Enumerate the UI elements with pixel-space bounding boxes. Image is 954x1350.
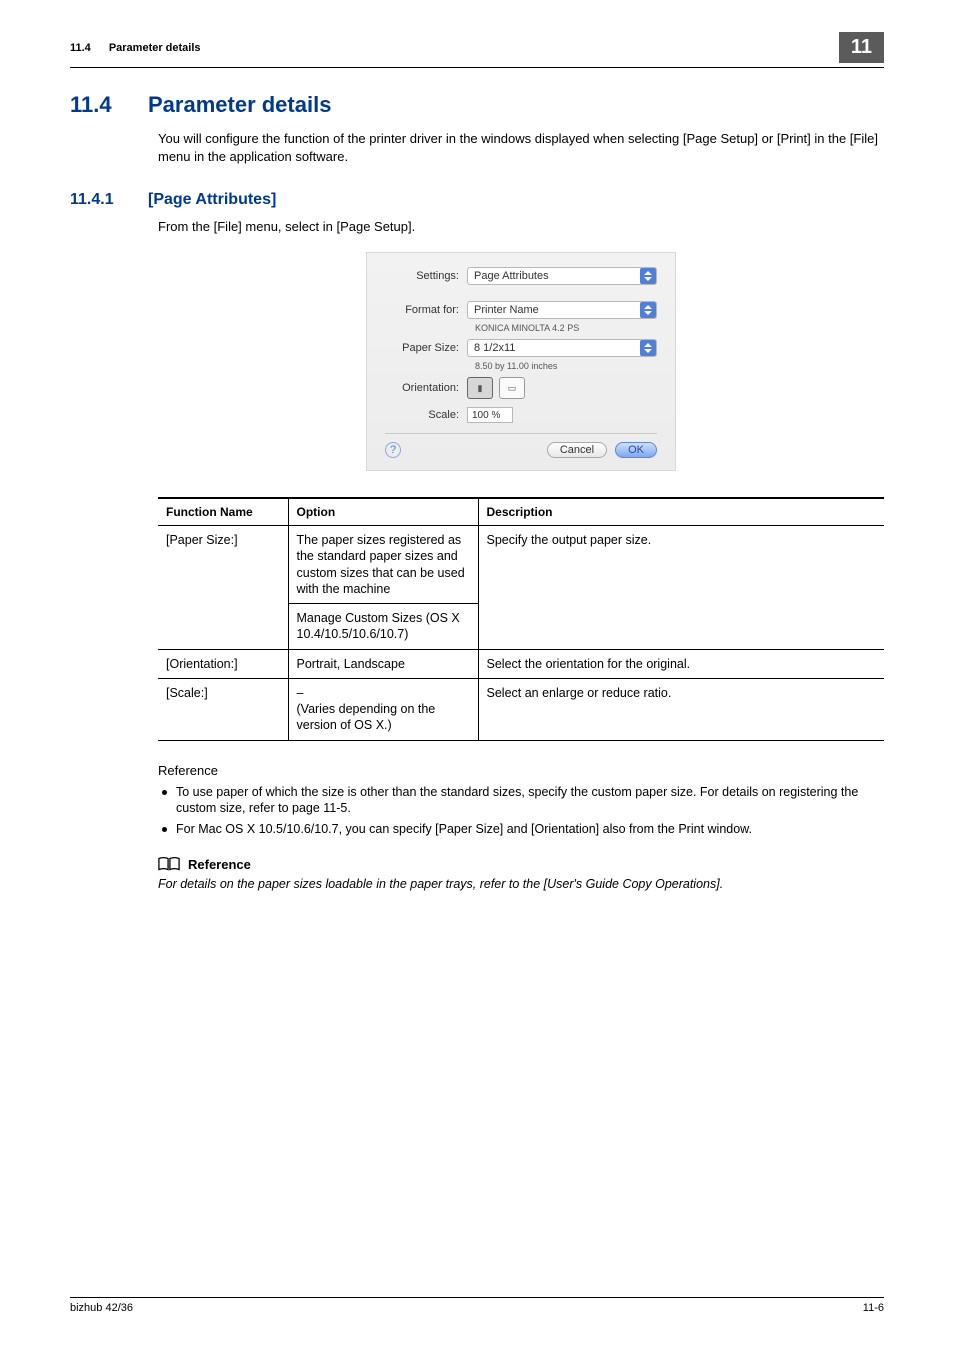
header-section-number: 11.4 [70,42,91,54]
list-item: To use paper of which the size is other … [158,784,884,818]
table-row: [Paper Size:] The paper sizes registered… [158,526,884,650]
cell-desc: Select the orientation for the original. [478,649,884,678]
heading-1-number: 11.4 [70,92,130,118]
heading-2-number: 11.4.1 [70,191,130,209]
settings-select[interactable]: Page Attributes [467,267,657,285]
scale-label: Scale: [385,409,467,421]
format-for-label: Format for: [385,304,467,316]
ok-button[interactable]: OK [615,442,657,458]
th-description: Description [478,498,884,526]
paper-size-label: Paper Size: [385,342,467,354]
reference-heading: Reference [158,763,884,778]
book-icon [158,856,180,872]
orientation-portrait-button[interactable]: ▮ [467,377,493,399]
cancel-button[interactable]: Cancel [547,442,607,458]
header-section-title: Parameter details [109,42,201,54]
paper-size-select[interactable]: 8 1/2x11 [467,339,657,357]
reference-callout: Reference [158,856,884,872]
settings-label: Settings: [385,270,467,282]
cell-opt: Portrait, Landscape [288,649,478,678]
help-button[interactable]: ? [385,442,401,458]
chapter-tab: 11 [839,32,884,63]
cell-desc: Select an enlarge or reduce ratio. [478,678,884,740]
list-item: For Mac OS X 10.5/10.6/10.7, you can spe… [158,821,884,838]
scale-input[interactable]: 100 % [467,407,513,423]
chevron-updown-icon [640,302,656,318]
footer-right: 11-6 [863,1302,884,1314]
portrait-icon: ▮ [478,383,483,394]
chevron-updown-icon [640,340,656,356]
table-row: [Orientation:] Portrait, Landscape Selec… [158,649,884,678]
paper-size-value: 8 1/2x11 [474,342,515,354]
cell-opt: – (Varies depending on the version of OS… [288,678,478,740]
page-footer: bizhub 42/36 11-6 [70,1297,884,1314]
heading-2: 11.4.1 [Page Attributes] [70,191,884,209]
orientation-label: Orientation: [385,382,467,394]
reference-note: For details on the paper sizes loadable … [158,876,884,893]
format-for-select[interactable]: Printer Name [467,301,657,319]
orientation-landscape-button[interactable]: ▭ [499,377,525,399]
heading-2-title: [Page Attributes] [148,191,276,209]
cell-desc: Specify the output paper size. [478,526,884,650]
section-intro: You will configure the function of the p… [158,130,884,165]
cell-fn: [Scale:] [158,678,288,740]
footer-left: bizhub 42/36 [70,1302,133,1314]
format-for-note: KONICA MINOLTA 4.2 PS [475,323,657,333]
heading-1-title: Parameter details [148,92,331,118]
reference-list: To use paper of which the size is other … [158,784,884,839]
cell-fn: [Orientation:] [158,649,288,678]
page-header: 11.4 Parameter details 11 [70,32,884,68]
reference-callout-title: Reference [188,857,251,872]
parameters-table: Function Name Option Description [Paper … [158,497,884,741]
chevron-updown-icon [640,268,656,284]
heading-1: 11.4 Parameter details [70,92,884,118]
th-function-name: Function Name [158,498,288,526]
page-setup-dialog: Settings: Page Attributes Format for: Pr… [366,252,676,471]
cell-fn: [Paper Size:] [158,526,288,650]
scale-value: 100 % [472,410,500,421]
format-for-value: Printer Name [474,304,539,316]
table-row: [Scale:] – (Varies depending on the vers… [158,678,884,740]
landscape-icon: ▭ [508,383,517,394]
paper-size-note: 8.50 by 11.00 inches [475,361,657,371]
settings-value: Page Attributes [474,270,549,282]
th-option: Option [288,498,478,526]
subsection-intro: From the [File] menu, select in [Page Se… [158,219,884,234]
cell-opt: The paper sizes registered as the standa… [288,526,478,650]
